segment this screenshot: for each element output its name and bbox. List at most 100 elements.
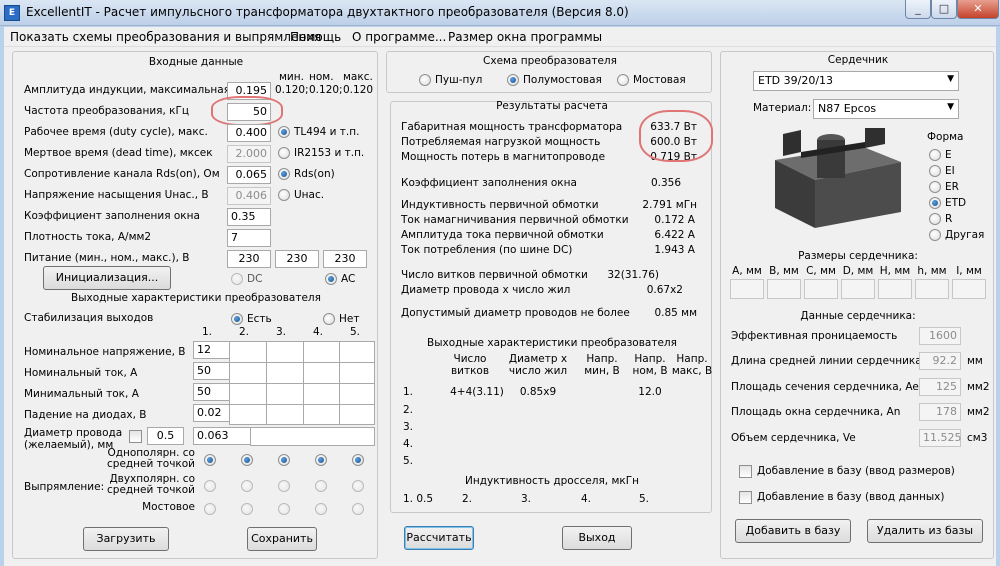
rect-radio[interactable] [315, 503, 327, 515]
rect-radio[interactable] [204, 503, 216, 515]
shape-radio-other[interactable] [929, 229, 941, 241]
dim-input[interactable] [915, 279, 949, 299]
tl494-radio[interactable] [278, 126, 290, 138]
delete-from-db-button[interactable]: Удалить из базы [867, 519, 983, 543]
rds-input[interactable]: 0.065 [227, 166, 271, 184]
minimize-button[interactable]: _ [905, 0, 931, 19]
menu-help[interactable]: Помощь [290, 30, 341, 44]
rect-radio[interactable] [278, 480, 290, 492]
result-label: Допустимый диаметр проводов не более [401, 307, 630, 319]
out-diode-drop-1[interactable]: 0.02 [193, 404, 230, 422]
ir2153-radio[interactable] [278, 147, 290, 159]
rds-radio[interactable] [278, 168, 290, 180]
stab-no-radio[interactable] [323, 313, 335, 325]
shape-radio-e[interactable] [929, 149, 941, 161]
rect-radio[interactable] [204, 454, 216, 466]
add-data-checkbox[interactable] [739, 491, 752, 504]
out-min-current-1[interactable]: 50 [193, 383, 230, 401]
out-col-5: 5. [350, 326, 361, 338]
usat-radio[interactable] [278, 189, 290, 201]
calculate-button[interactable]: Рассчитать [404, 526, 474, 550]
rect-radio[interactable] [278, 454, 290, 466]
chevron-down-icon: ▼ [947, 74, 954, 84]
supply-nom-input[interactable]: 230 [275, 250, 319, 268]
supply-max-input[interactable]: 230 [323, 250, 367, 268]
load-button[interactable]: Загрузить [83, 527, 169, 551]
dens-input[interactable]: 7 [227, 229, 271, 247]
dc-radio[interactable] [231, 273, 243, 285]
rect-radio[interactable] [352, 503, 364, 515]
scheme-title: Схема преобразователя [483, 55, 617, 67]
core-data-value[interactable]: 1600 [919, 327, 961, 345]
bridge-radio[interactable] [617, 74, 629, 86]
fill-label: Коэффициент заполнения окна [24, 210, 200, 222]
core-title: Сердечник [827, 54, 889, 66]
out-row-label: Падение на диодах, В [24, 409, 147, 421]
material-select[interactable]: N87 Epcos ▼ [813, 99, 959, 119]
out-head: Напр. мин, В [584, 353, 620, 377]
menu-about[interactable]: О программе... [352, 30, 446, 44]
core-model-select[interactable]: ETD 39/20/13 ▼ [753, 71, 959, 91]
add-dims-checkbox[interactable] [739, 465, 752, 478]
out-row-label: Номинальный ток, А [24, 367, 138, 379]
rect-radio[interactable] [315, 480, 327, 492]
menu-window-size[interactable]: Размер окна программы [448, 30, 602, 44]
save-button[interactable]: Сохранить [247, 527, 317, 551]
wire-input[interactable]: 0.063 [193, 427, 251, 445]
ac-radio[interactable] [325, 273, 337, 285]
stab-yes-radio[interactable] [231, 313, 243, 325]
dim-input[interactable] [841, 279, 875, 299]
halfbridge-radio[interactable] [507, 74, 519, 86]
fill-input[interactable]: 0.35 [227, 208, 271, 226]
result-label: Индуктивность первичной обмотки [401, 199, 599, 211]
rect-radio[interactable] [241, 454, 253, 466]
dim-input[interactable] [878, 279, 912, 299]
shape-radio-ei[interactable] [929, 165, 941, 177]
rect-opt-3: Мостовое [142, 501, 195, 513]
out-row-label: Номинальное напряжение, В [24, 346, 186, 358]
add-to-db-button[interactable]: Добавить в базу [735, 519, 851, 543]
rect-radio[interactable] [241, 503, 253, 515]
dead-input[interactable]: 2.000 [227, 145, 271, 163]
core-data-value[interactable]: 178 [919, 403, 961, 421]
close-button[interactable]: ✕ [957, 0, 999, 19]
shape-radio-etd[interactable] [929, 197, 941, 209]
rect-radio[interactable] [352, 454, 364, 466]
usat-input[interactable]: 0.406 [227, 187, 271, 205]
core-data-label: Эффективная проницаемость [731, 330, 898, 342]
init-button[interactable]: Инициализация... [43, 266, 171, 290]
rect-radio[interactable] [204, 480, 216, 492]
pushpull-radio[interactable] [419, 74, 431, 86]
duty-input[interactable]: 0.400 [227, 124, 271, 142]
dim-input[interactable] [804, 279, 838, 299]
out-col-2: 2. [239, 326, 250, 338]
out-head: Диаметр x число жил [508, 353, 568, 377]
rect-radio[interactable] [352, 480, 364, 492]
dim-input[interactable] [730, 279, 764, 299]
shape-radio-er[interactable] [929, 181, 941, 193]
core-data-unit: мм2 [967, 381, 990, 393]
result-label: Потребляемая нагрузкой мощность [401, 136, 601, 148]
wire-checkbox[interactable] [129, 430, 142, 443]
out-voltage-1[interactable]: 12 [193, 341, 230, 359]
rect-radio[interactable] [241, 480, 253, 492]
rect-radio[interactable] [278, 503, 290, 515]
core-data-value[interactable]: 92.2 [919, 352, 961, 370]
output-grid[interactable] [229, 341, 375, 425]
out-current-1[interactable]: 50 [193, 362, 230, 380]
maximize-button[interactable]: □ [931, 0, 957, 19]
wire-grid[interactable] [250, 427, 375, 446]
menu-schemes[interactable]: Показать схемы преобразования и выпрямле… [10, 30, 321, 44]
wire-desired-input[interactable]: 0.5 [147, 427, 184, 445]
shape-radio-r[interactable] [929, 213, 941, 225]
rect-radio[interactable] [315, 454, 327, 466]
dim-input[interactable] [767, 279, 801, 299]
core-data-value[interactable]: 11.525 [919, 429, 962, 447]
core-data-value[interactable]: 125 [919, 378, 961, 396]
supply-min-input[interactable]: 230 [227, 250, 271, 268]
shape-label: R [945, 213, 953, 225]
exit-button[interactable]: Выход [562, 526, 632, 550]
out-head: Число витков [450, 353, 490, 377]
shape-label: ETD [945, 197, 967, 209]
dim-input[interactable] [952, 279, 986, 299]
